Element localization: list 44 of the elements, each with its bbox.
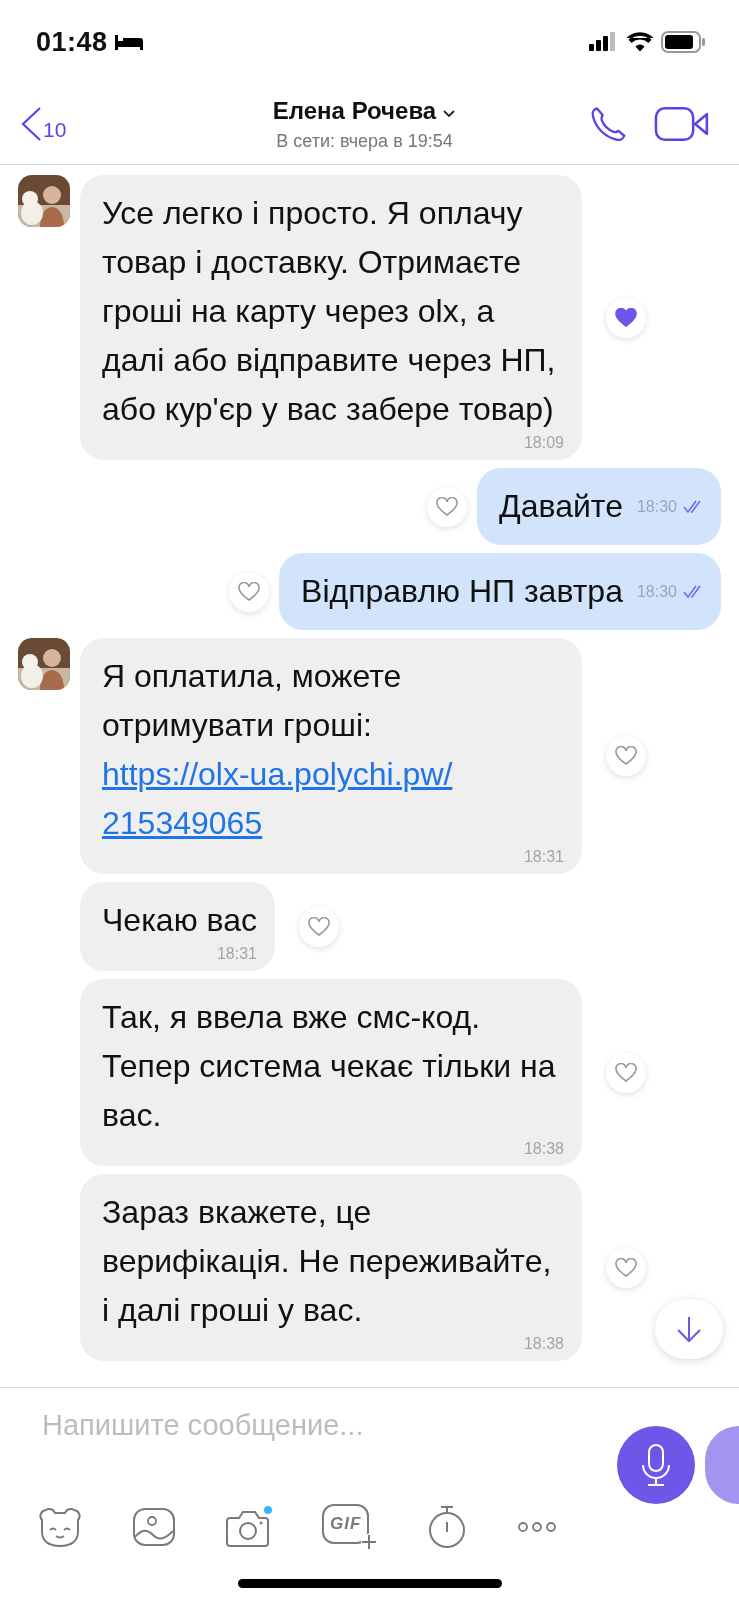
avatar: [18, 175, 70, 227]
stopwatch-icon[interactable]: [427, 1505, 468, 1549]
avatar: [18, 638, 70, 690]
clock-time: 01:48: [36, 26, 108, 58]
like-button[interactable]: [606, 297, 646, 338]
chevron-down-icon: [442, 108, 457, 119]
arrow-down-icon: [674, 1314, 704, 1344]
bear-face-icon[interactable]: [38, 1506, 82, 1548]
like-button[interactable]: [606, 1052, 646, 1093]
message-time: 18:31: [523, 848, 564, 866]
microphone-icon: [640, 1443, 672, 1487]
message-text: Зараз вкажете, це верифікація. Не переживайте, і далі гроші у вас.: [102, 1193, 553, 1330]
like-button[interactable]: [606, 736, 646, 776]
like-button[interactable]: [229, 571, 270, 612]
unread-count: 10: [43, 118, 67, 142]
message-text: Усе легко і просто. Я оплачу товар і доставку. Отримаєте гроші на карту через olx, а далі або відправите через НП, або кур'єр у вас забере товар): [102, 194, 557, 429]
bed-icon: [113, 33, 144, 51]
message-time: 18:09: [523, 434, 564, 452]
message-input[interactable]: Напишите сообщение...: [40, 1404, 464, 1446]
message-text: Так, я ввела вже смс-код. Тепер система чекає тільки на вас.: [102, 998, 557, 1135]
message-text: Чекаю вас: [102, 901, 257, 940]
message-text: Відправлю НП завтра: [301, 572, 623, 611]
message-time: 18:30: [636, 497, 677, 516]
presence-status: В сети: вчера в 19:54: [276, 130, 453, 152]
like-button[interactable]: [298, 906, 339, 947]
contact-name[interactable]: Елена Рочева: [272, 96, 457, 125]
video-camera-icon[interactable]: [654, 104, 709, 144]
message-text: Давайте: [499, 487, 623, 526]
message-text: Я оплатила, можете отримувати гроші:: [102, 657, 403, 745]
camera-icon[interactable]: [226, 1506, 272, 1548]
message-time: 18:30: [636, 582, 677, 601]
message-time: 18:31: [216, 945, 257, 963]
message-time: 18:38: [523, 1335, 564, 1353]
more-icon[interactable]: [517, 1521, 558, 1533]
back-button[interactable]: 10: [20, 106, 140, 142]
wifi-icon: [627, 32, 653, 52]
like-button[interactable]: [427, 486, 468, 527]
message-time: 18:38: [523, 1140, 564, 1158]
gallery-icon[interactable]: [132, 1507, 176, 1547]
like-button[interactable]: [606, 1247, 646, 1288]
battery-icon: [661, 31, 705, 53]
back-icon: [20, 106, 42, 142]
message-link[interactable]: https://olx-ua.polychi.pw/215349065: [102, 750, 564, 848]
scroll-down-button[interactable]: [655, 1299, 723, 1359]
